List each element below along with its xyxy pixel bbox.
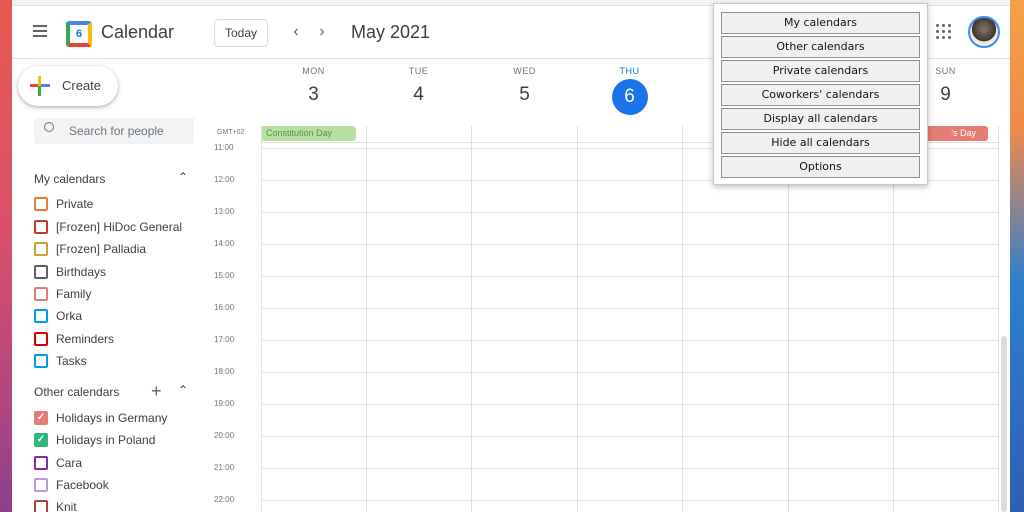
app-name: Calendar [101,22,175,42]
day-of-week: THU [619,66,640,76]
dropdown-item-hide-all[interactable]: Hide all calendars [721,132,920,154]
checkbox[interactable] [34,242,48,256]
plus-icon [30,76,50,96]
chevron-right-icon[interactable]: › [310,20,334,44]
calendar-item-tasks[interactable]: Tasks [34,352,214,372]
day-header-wed[interactable]: WED 5 [472,66,577,106]
chevron-left-icon[interactable]: ‹ [284,20,308,44]
checkbox[interactable] [34,332,48,346]
people-search-icon [44,122,54,132]
calendar-label: Family [56,287,92,301]
day-header-tue[interactable]: TUE 4 [366,66,471,106]
calendar-label: Tasks [56,354,87,368]
checkbox[interactable]: ✓ [34,433,48,447]
calendar-filter-dropdown: My calendars Other calendars Private cal… [713,3,928,185]
time-label: 20:00 [214,431,235,440]
checkbox[interactable] [34,265,48,279]
dropdown-item-my-calendars[interactable]: My calendars [721,12,920,34]
my-calendars-title[interactable]: My calendars [34,172,105,186]
dropdown-item-options[interactable]: Options [721,156,920,178]
day-of-week: WED [513,66,536,76]
calendar-item-holidays-poland[interactable]: ✓ Holidays in Poland [34,431,214,451]
other-calendars-title[interactable]: Other calendars [34,385,119,399]
calendar-label: Cara [56,456,83,470]
checkbox[interactable]: ✓ [34,411,48,425]
time-label: 15:00 [214,271,235,280]
calendar-label: Knit [56,500,77,512]
time-label: 12:00 [214,175,235,184]
checkbox[interactable] [34,478,48,492]
calendar-item-private[interactable]: Private [34,195,214,215]
time-label: 14:00 [214,239,235,248]
main-menu-icon[interactable] [28,19,52,43]
search-placeholder: Search for people [69,124,164,138]
time-label: 19:00 [214,399,235,408]
calendar-item-holidays-germany[interactable]: ✓ Holidays in Germany [34,409,214,429]
calendar-label: Facebook [56,478,109,492]
calendar-label: Holidays in Germany [56,411,168,425]
calendar-item-cara[interactable]: Cara [34,454,214,474]
checkbox[interactable] [34,220,48,234]
day-header-mon[interactable]: MON 3 [261,66,366,106]
create-button[interactable]: Create [18,66,118,106]
calendar-label: [Frozen] Palladia [56,242,147,256]
dropdown-item-coworkers-calendars[interactable]: Coworkers' calendars [721,84,920,106]
calendar-item-knit[interactable]: Knit [34,498,214,512]
time-label: 11:00 [214,143,234,152]
day-number[interactable]: 4 [366,84,471,106]
avatar[interactable] [968,16,1000,48]
calendar-label: [Frozen] HiDoc General [56,220,183,234]
day-number[interactable]: 3 [261,84,366,106]
grid-scrollbar[interactable] [1001,336,1007,512]
calendar-item-hidoc[interactable]: [Frozen] HiDoc General [34,218,214,238]
checkbox[interactable] [34,197,48,211]
day-of-week: TUE [408,66,429,76]
today-button[interactable]: Today [214,19,268,47]
dropdown-item-other-calendars[interactable]: Other calendars [721,36,920,58]
calendar-logo-icon: 6 [66,21,92,47]
day-header-thu[interactable]: THU 6 [577,66,682,115]
chevron-up-icon[interactable]: ⌃ [178,383,188,397]
time-label: 16:00 [214,303,235,312]
time-label: 18:00 [214,367,235,376]
time-label: 13:00 [214,207,235,216]
chevron-up-icon[interactable]: ⌃ [178,170,188,184]
calendar-label: Orka [56,309,83,323]
calendar-item-family[interactable]: Family [34,285,214,305]
calendar-label: Private [56,197,94,211]
calendar-item-reminders[interactable]: Reminders [34,330,214,350]
calendar-item-orka[interactable]: Orka [34,307,214,327]
time-label: 21:00 [214,463,235,472]
day-of-week: MON [302,66,325,76]
create-label: Create [62,78,102,93]
checkbox[interactable] [34,456,48,470]
checkbox[interactable] [34,309,48,323]
dropdown-item-display-all[interactable]: Display all calendars [721,108,920,130]
time-label: 17:00 [214,335,235,344]
apps-grid-icon[interactable] [936,24,952,40]
calendar-label: Holidays in Poland [56,433,156,447]
calendar-item-facebook[interactable]: Facebook [34,476,214,496]
calendar-label: Birthdays [56,265,107,279]
checkbox[interactable] [34,500,48,512]
dropdown-item-private-calendars[interactable]: Private calendars [721,60,920,82]
day-number[interactable]: 5 [472,84,577,106]
add-calendar-icon[interactable]: + [151,382,162,400]
calendar-label: Reminders [56,332,115,346]
calendar-item-palladia[interactable]: [Frozen] Palladia [34,240,214,260]
desktop-background [1010,0,1024,512]
timezone-label: GMT+02 [217,129,245,136]
time-label: 22:00 [214,495,235,504]
calendar-item-birthdays[interactable]: Birthdays [34,263,214,283]
search-people-input[interactable]: Search for people [34,118,194,144]
month-title: May 2021 [351,22,431,42]
checkbox[interactable] [34,287,48,301]
checkbox[interactable] [34,354,48,368]
day-number-today[interactable]: 6 [611,79,648,115]
